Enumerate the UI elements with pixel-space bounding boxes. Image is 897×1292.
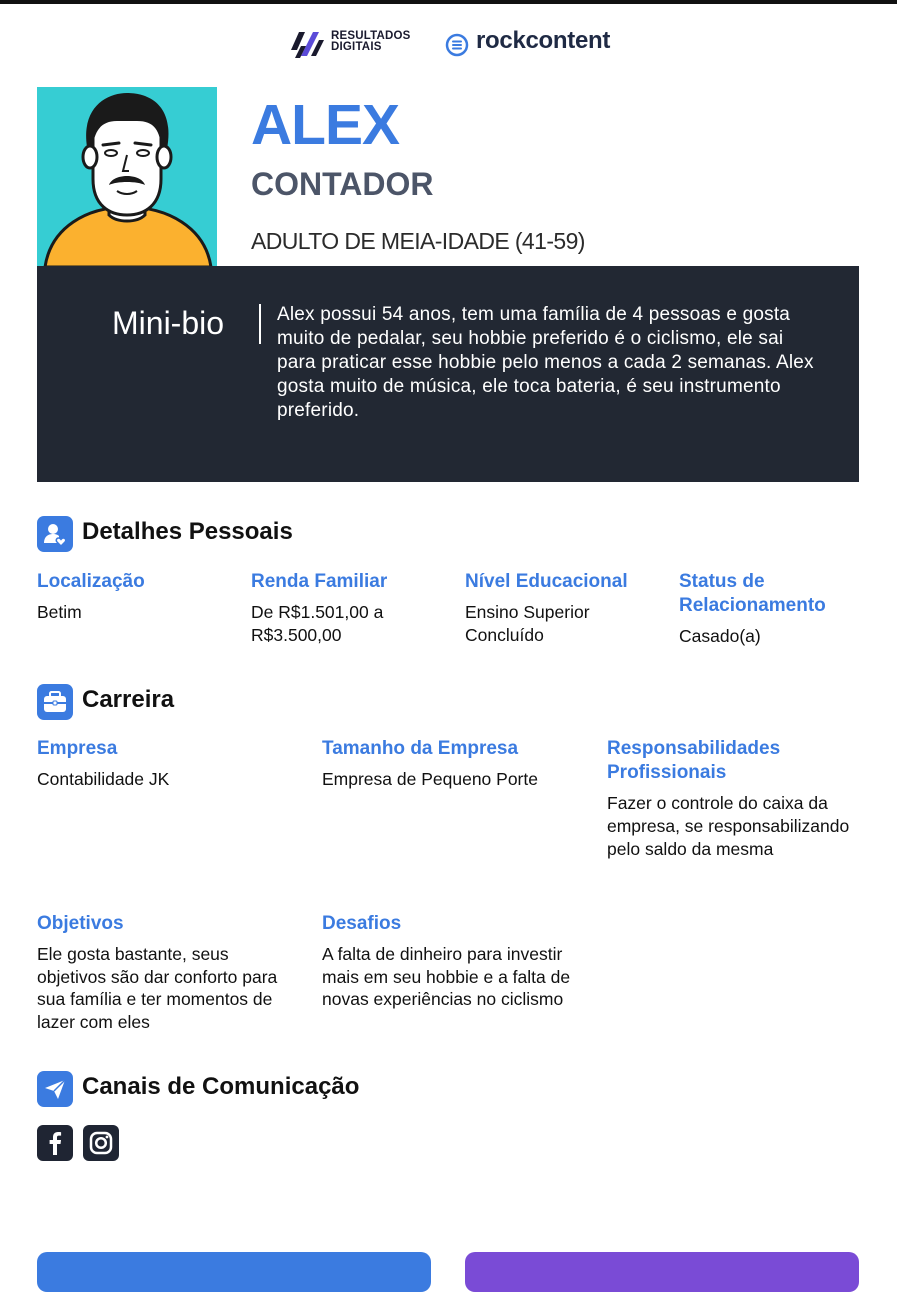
instagram-icon[interactable] — [83, 1125, 119, 1161]
bottom-button-blue[interactable] — [37, 1252, 431, 1292]
field-relationship: Status de Relacionamento Casado(a) — [679, 570, 879, 648]
company-size-label: Tamanho da Empresa — [322, 738, 519, 759]
location-label: Localização — [37, 571, 145, 592]
education-label: Nível Educacional — [465, 571, 628, 592]
user-heart-icon — [37, 516, 73, 552]
persona-illustration — [43, 93, 213, 267]
location-value: Betim — [37, 602, 82, 622]
mini-bio-divider — [259, 304, 261, 344]
header-logos: RESULTADOS DIGITAIS rockcontent — [0, 24, 897, 64]
field-challenges: Desafios A falta de dinheiro para invest… — [322, 912, 572, 1011]
education-value: Ensino Superior Concluído — [465, 602, 590, 645]
company-size-value: Empresa de Pequeno Porte — [322, 769, 538, 789]
rd-mark-icon — [291, 32, 324, 58]
challenges-label: Desafios — [322, 913, 402, 934]
send-icon — [37, 1071, 73, 1107]
responsibilities-label: Responsabilidades Profissionais — [607, 738, 781, 783]
income-label: Renda Familiar — [251, 571, 388, 592]
income-value: De R$1.501,00 a R$3.500,00 — [251, 602, 384, 645]
challenges-value: A falta de dinheiro para investir mais e… — [322, 944, 571, 1009]
field-goals: Objetivos Ele gosta bastante, seus objet… — [37, 912, 292, 1033]
field-company: Empresa Contabilidade JK — [37, 737, 297, 791]
company-label: Empresa — [37, 738, 118, 759]
rockcontent-icon — [445, 33, 469, 57]
bottom-button-purple[interactable] — [465, 1252, 859, 1292]
relationship-label: Status de Relacionamento — [679, 571, 826, 616]
mini-bio-panel: Mini-bio Alex possui 54 anos, tem uma fa… — [37, 266, 859, 482]
persona-age-group: ADULTO DE MEIA-IDADE (41-59) — [251, 228, 585, 254]
persona-role: CONTADOR — [251, 166, 434, 202]
responsibilities-value: Fazer o controle do caixa da empresa, se… — [607, 793, 850, 859]
field-income: Renda Familiar De R$1.501,00 a R$3.500,0… — [251, 570, 431, 647]
persona-avatar — [37, 87, 217, 267]
career-header: Carreira — [37, 684, 237, 722]
facebook-icon[interactable] — [37, 1125, 73, 1161]
field-education: Nível Educacional Ensino Superior Conclu… — [465, 570, 665, 647]
career-title: Carreira — [82, 686, 175, 713]
rd-logo-line2: DIGITAIS — [331, 41, 382, 53]
goals-label: Objetivos — [37, 913, 124, 934]
briefcase-icon — [37, 684, 73, 720]
rockcontent-wordmark: rockcontent — [476, 27, 611, 54]
mini-bio-label: Mini-bio — [112, 305, 225, 341]
top-border — [0, 0, 897, 4]
field-responsibilities: Responsabilidades Profissionais Fazer o … — [607, 737, 859, 861]
field-company-size: Tamanho da Empresa Empresa de Pequeno Po… — [322, 737, 582, 791]
channels-header: Canais de Comunicação — [37, 1071, 437, 1109]
relationship-value: Casado(a) — [679, 626, 761, 646]
mini-bio-text: Alex possui 54 anos, tem uma família de … — [277, 304, 814, 421]
channels-title: Canais de Comunicação — [82, 1073, 360, 1100]
goals-value: Ele gosta bastante, seus objetivos são d… — [37, 944, 278, 1032]
field-location: Localização Betim — [37, 570, 237, 624]
persona-name: ALEX — [251, 93, 400, 157]
resultados-digitais-logo: RESULTADOS DIGITAIS — [289, 26, 429, 62]
personal-details-header: Detalhes Pessoais — [37, 516, 337, 554]
company-value: Contabilidade JK — [37, 769, 170, 789]
personal-details-title: Detalhes Pessoais — [82, 518, 293, 545]
